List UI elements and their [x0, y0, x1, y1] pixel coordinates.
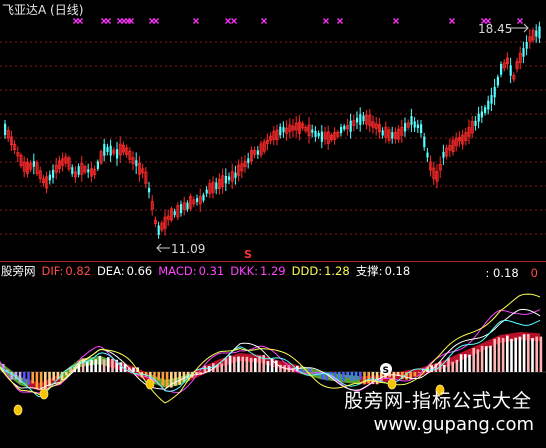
support-marker: [39, 388, 49, 400]
macd-bar: [459, 354, 463, 372]
macd-bar: [86, 361, 89, 372]
right-zero: 0: [530, 266, 538, 280]
macd-bar: [233, 356, 236, 372]
indicator-right-readout: : 0.18 0: [486, 266, 538, 280]
macd-bar: [443, 365, 446, 372]
macd-bar: [182, 372, 186, 382]
macd-bar: [346, 372, 349, 379]
stock-title: 飞亚达A (日线): [2, 3, 84, 17]
macd-bar: [451, 361, 454, 372]
indicator-legend: 股旁网 DIF: 0.82 DEA: 0.66 MACD: 0.31 DKK: 1.29 DDD:…: [1, 264, 416, 278]
macd-bar: [342, 372, 345, 381]
macd-bar: [506, 335, 509, 372]
macd-bar: [375, 372, 379, 385]
macd-bar: [165, 372, 169, 389]
s-bubble-text: S: [383, 366, 389, 376]
macd-bar: [228, 355, 232, 372]
dkk-value: 1.29: [260, 264, 286, 278]
macd-bar: [174, 372, 177, 386]
right-value: : 0.18: [485, 266, 519, 280]
macd-bar: [363, 372, 366, 385]
macd-bar: [90, 359, 93, 372]
macd-bar: [35, 372, 39, 389]
macd-bar: [31, 372, 34, 384]
stock-chart-window: 18.45 11.09 S S 飞亚达A (日线) 股旁网 DIF: 0.82 DEA: 0…: [0, 0, 546, 448]
macd-bar: [413, 372, 417, 377]
dkk-line: [0, 309, 541, 394]
support-marker: [145, 378, 155, 390]
zc-label: 支撑:: [355, 264, 383, 278]
macd-bar: [531, 338, 534, 372]
dif-value: 0.82: [65, 264, 91, 278]
macd-bar: [514, 337, 517, 372]
macd-bar: [275, 360, 278, 372]
indicator-name: 股旁网: [1, 264, 36, 278]
ddd-label: DDD:: [291, 264, 323, 278]
dea-label: DEA:: [96, 264, 125, 278]
macd-bar: [497, 337, 501, 372]
macd-bar: [350, 372, 354, 381]
macd-bar: [224, 358, 228, 372]
macd-bar: [254, 358, 257, 372]
macd-bar: [480, 345, 484, 372]
macd-bar: [472, 347, 475, 372]
macd-bar: [447, 357, 450, 372]
macd-bar: [102, 359, 106, 372]
macd-bar: [258, 355, 261, 372]
macd-bar: [518, 336, 522, 372]
macd-bar: [237, 356, 240, 372]
watermark-text: 股旁网-指标公式大全: [344, 390, 532, 412]
macd-bar: [354, 372, 358, 381]
macd-bar: [161, 372, 165, 386]
macd-bar: [262, 354, 265, 372]
macd-bar: [510, 338, 513, 372]
macd-bar: [539, 336, 543, 372]
macd-bar: [98, 355, 102, 372]
dea-value: 0.66: [126, 264, 153, 278]
support-marker: [13, 404, 23, 416]
ddd-value: 1.28: [324, 264, 350, 278]
macd-bar: [220, 363, 223, 372]
macd-bar: [367, 372, 370, 384]
macd-bar: [249, 357, 253, 372]
macd-bar: [39, 372, 43, 390]
macd-bar: [455, 359, 459, 372]
macd-bar: [464, 354, 467, 372]
macd-label: MACD:: [158, 264, 197, 278]
macd-bar: [178, 372, 181, 385]
macd-bar: [522, 334, 526, 372]
macd-bar: [527, 334, 530, 372]
macd-bar: [476, 349, 480, 372]
macd-bar: [417, 372, 421, 373]
macd-bar: [535, 336, 538, 372]
macd-bar: [52, 372, 55, 381]
macd-bar: [245, 356, 249, 372]
macd-bar: [65, 372, 68, 376]
macd-bar: [485, 346, 488, 372]
macd-bar: [23, 372, 26, 383]
macd-bar: [241, 356, 244, 372]
macd-bar: [338, 372, 341, 380]
macd-bar: [359, 372, 362, 380]
macd-bar: [157, 372, 160, 381]
macd-bar: [111, 358, 114, 372]
macd-bar: [468, 354, 471, 372]
macd-bar: [27, 372, 30, 385]
dkk-label: DKK:: [230, 264, 259, 278]
macd-bar: [266, 361, 270, 372]
macd-bar: [493, 338, 496, 372]
zc-value: 0.18: [384, 264, 411, 278]
watermark-url: www.gupang.com: [373, 414, 534, 435]
macd-bar: [501, 337, 505, 372]
dif-label: DIF:: [41, 264, 64, 278]
macd-bar: [489, 345, 492, 372]
macd-bar: [107, 357, 110, 372]
indicator-panel[interactable]: S: [0, 0, 546, 448]
macd-value: 0.31: [198, 264, 225, 278]
macd-bar: [94, 359, 97, 372]
